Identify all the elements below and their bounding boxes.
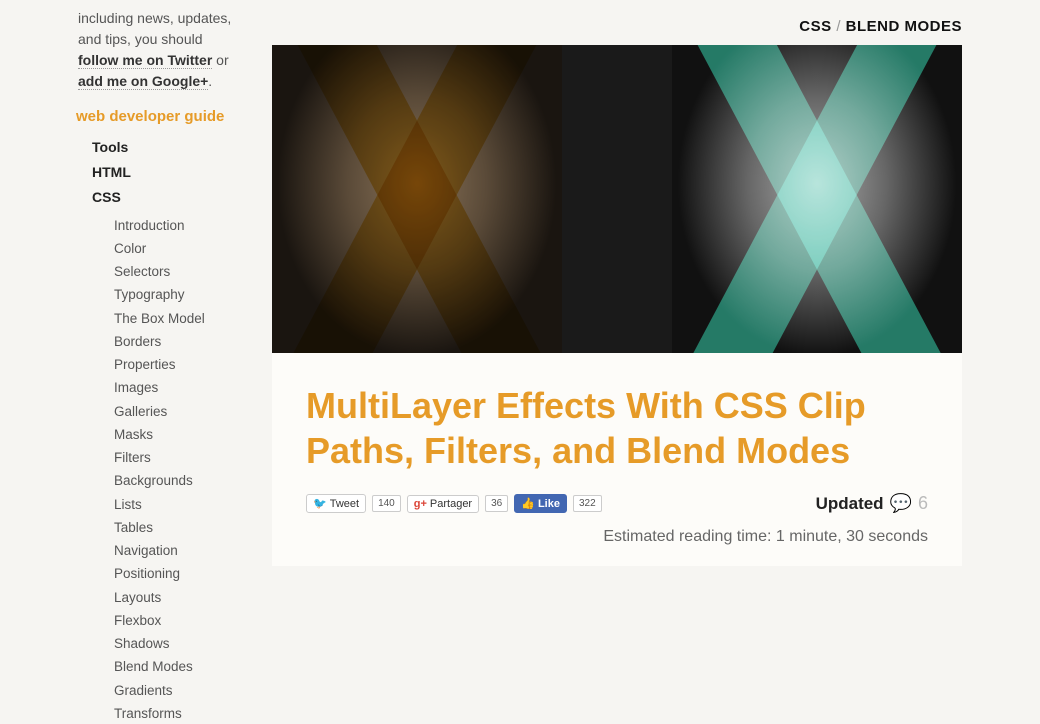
breadcrumb: CSS / BLEND MODES xyxy=(272,18,962,35)
subnav-item[interactable]: Filters xyxy=(114,448,234,468)
nav-item-tools[interactable]: Tools xyxy=(92,137,234,158)
link-google[interactable]: add me on Google+ xyxy=(78,73,208,90)
updated-block: Updated 💬 6 xyxy=(816,493,928,514)
subnav-item[interactable]: Properties xyxy=(114,355,234,375)
hero-image-right xyxy=(672,45,962,353)
article-title: MultiLayer Effects With CSS Clip Paths, … xyxy=(306,383,928,473)
sidebar-intro: including news, updates, and tips, you s… xyxy=(78,8,234,92)
subnav-item[interactable]: Lists xyxy=(114,495,234,515)
x-overlay-yellow xyxy=(272,45,562,353)
fb-like-button[interactable]: 👍 Like xyxy=(514,494,567,513)
sidebar-section-title[interactable]: web developer guide xyxy=(76,106,234,129)
gplus-button[interactable]: g+ Partager xyxy=(407,495,479,513)
hero-image-row xyxy=(272,45,962,353)
main-nav: Tools HTML CSS xyxy=(92,137,234,208)
css-subnav: Introduction Color Selectors Typography … xyxy=(114,216,234,724)
main-content: CSS / BLEND MODES MultiLayer Effects Wit… xyxy=(244,0,1040,662)
subnav-item[interactable]: Flexbox xyxy=(114,611,234,631)
gplus-label: Partager xyxy=(430,498,472,510)
subnav-item[interactable]: Gradients xyxy=(114,681,234,701)
subnav-item[interactable]: Positioning xyxy=(114,564,234,584)
hero-image-left xyxy=(272,45,562,353)
subnav-item[interactable]: Transforms xyxy=(114,704,234,724)
subnav-item[interactable]: Layouts xyxy=(114,588,234,608)
subnav-item[interactable]: Masks xyxy=(114,425,234,445)
comment-icon[interactable]: 💬 xyxy=(890,493,912,514)
comment-count[interactable]: 6 xyxy=(918,493,928,514)
subnav-item[interactable]: Tables xyxy=(114,518,234,538)
nav-item-html[interactable]: HTML xyxy=(92,162,234,183)
intro-text-prefix: including news, updates, and tips, you s… xyxy=(78,10,231,47)
subnav-item[interactable]: The Box Model xyxy=(114,309,234,329)
subnav-item[interactable]: Color xyxy=(114,239,234,259)
subnav-item[interactable]: Blend Modes xyxy=(114,657,234,677)
fb-label: Like xyxy=(538,498,560,510)
breadcrumb-css[interactable]: CSS xyxy=(799,18,831,35)
subnav-item[interactable]: Galleries xyxy=(114,402,234,422)
subnav-item[interactable]: Backgrounds xyxy=(114,471,234,491)
breadcrumb-blend-modes[interactable]: BLEND MODES xyxy=(846,18,962,35)
nav-item-css[interactable]: CSS xyxy=(92,187,234,208)
gplus-icon: g+ xyxy=(414,498,427,510)
subnav-item[interactable]: Navigation xyxy=(114,541,234,561)
gplus-count: 36 xyxy=(485,495,508,512)
tweet-count: 140 xyxy=(372,495,401,512)
intro-text-mid: or xyxy=(212,52,228,68)
link-twitter[interactable]: follow me on Twitter xyxy=(78,52,212,69)
article: MultiLayer Effects With CSS Clip Paths, … xyxy=(272,353,962,566)
subnav-item[interactable]: Images xyxy=(114,378,234,398)
article-meta-row: 🐦 Tweet 140 g+ Partager 36 👍 Like 322 xyxy=(306,493,928,514)
reading-time: Estimated reading time: 1 minute, 30 sec… xyxy=(306,528,928,546)
subnav-item[interactable]: Shadows xyxy=(114,634,234,654)
sidebar: including news, updates, and tips, you s… xyxy=(0,0,244,662)
subnav-item[interactable]: Typography xyxy=(114,285,234,305)
fb-count: 322 xyxy=(573,495,602,512)
breadcrumb-separator: / xyxy=(836,18,841,35)
thumbs-up-icon: 👍 xyxy=(521,497,535,510)
subnav-item[interactable]: Selectors xyxy=(114,262,234,282)
social-buttons: 🐦 Tweet 140 g+ Partager 36 👍 Like 322 xyxy=(306,494,602,513)
x-overlay-teal xyxy=(672,45,962,353)
twitter-icon: 🐦 xyxy=(313,497,327,510)
tweet-label: Tweet xyxy=(330,498,359,510)
tweet-button[interactable]: 🐦 Tweet xyxy=(306,494,366,513)
subnav-item[interactable]: Borders xyxy=(114,332,234,352)
subnav-item[interactable]: Introduction xyxy=(114,216,234,236)
updated-label: Updated xyxy=(816,494,884,514)
intro-text-suffix: . xyxy=(208,73,212,89)
